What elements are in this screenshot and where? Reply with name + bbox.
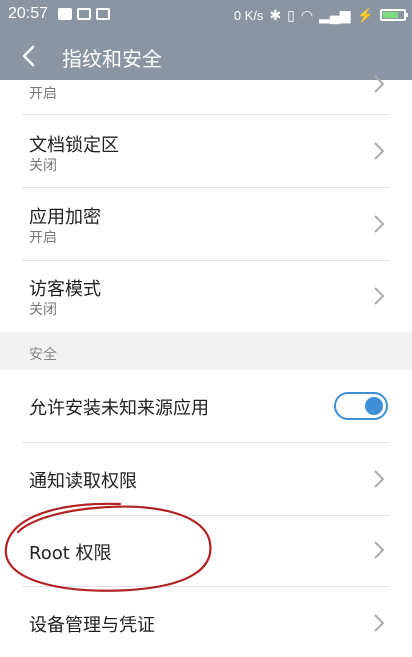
back-button[interactable] — [10, 40, 46, 72]
item-status: 关闭 — [29, 158, 57, 174]
section-label: 安全 — [29, 347, 57, 363]
section-header-security: 安全 — [0, 332, 412, 370]
list-item-device-admin[interactable]: 设备管理与凭证 — [0, 587, 412, 657]
signal-icon: ▂▄▆ — [319, 7, 351, 23]
app-notification-icon — [96, 8, 110, 20]
list-item-partial[interactable]: 开启 — [0, 75, 412, 114]
vibrate-icon: ▯ — [287, 7, 295, 23]
image-icon — [77, 8, 91, 20]
notification-icons — [58, 8, 110, 20]
item-title: 应用加密 — [29, 207, 101, 228]
item-title: Root 权限 — [29, 543, 112, 564]
system-status: 0 K/s ✱ ▯ ◠ ▂▄▆ ⚡ — [233, 5, 408, 25]
item-title: 设备管理与凭证 — [29, 615, 155, 636]
list-item-document-lock[interactable]: 文档锁定区 关闭 — [0, 115, 412, 187]
item-status: 关闭 — [29, 302, 57, 318]
item-title: 访客模式 — [29, 279, 101, 300]
chevron-left-icon — [22, 45, 35, 67]
list-item-notification-access[interactable]: 通知读取权限 — [0, 443, 412, 515]
status-time: 20:57 — [8, 5, 49, 22]
item-status: 开启 — [29, 86, 57, 102]
status-bar: 20:57 0 K/s ✱ ▯ ◠ ▂▄▆ ⚡ — [0, 0, 412, 32]
list-item-unknown-sources[interactable]: 允许安装未知来源应用 — [0, 370, 412, 442]
chevron-right-icon — [374, 614, 385, 632]
item-title: 允许安装未知来源应用 — [29, 398, 209, 419]
item-title: 通知读取权限 — [29, 471, 137, 492]
chevron-right-icon — [374, 287, 385, 305]
list-item-app-encryption[interactable]: 应用加密 开启 — [0, 188, 412, 260]
page-title: 指纹和安全 — [62, 47, 162, 71]
list-item-root-permission[interactable]: Root 权限 — [0, 516, 412, 586]
charging-icon: ⚡ — [356, 7, 374, 23]
chevron-right-icon — [374, 215, 385, 233]
message-icon — [58, 8, 72, 20]
item-status: 开启 — [29, 230, 57, 246]
list-item-guest-mode[interactable]: 访客模式 关闭 — [0, 261, 412, 332]
chevron-right-icon — [374, 75, 385, 93]
chevron-right-icon — [374, 541, 385, 559]
chevron-right-icon — [374, 142, 385, 160]
bluetooth-icon: ✱ — [269, 7, 282, 23]
network-speed: 0 K/s — [233, 7, 264, 23]
battery-icon — [380, 9, 408, 21]
app-bar: 指纹和安全 — [0, 32, 412, 80]
chevron-right-icon — [374, 470, 385, 488]
wifi-icon: ◠ — [300, 7, 314, 23]
unknown-sources-toggle[interactable] — [334, 392, 388, 420]
item-title: 文档锁定区 — [29, 135, 119, 156]
